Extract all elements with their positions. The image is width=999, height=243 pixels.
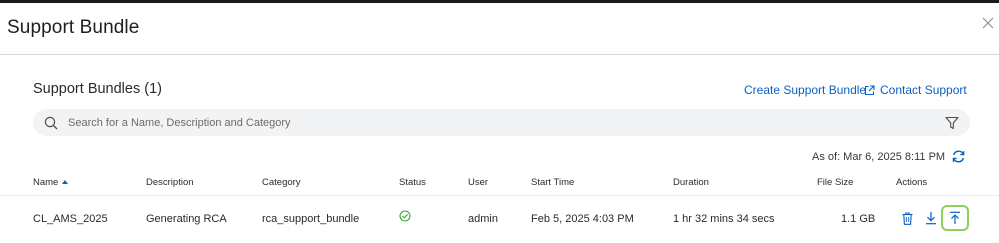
search-input[interactable]	[68, 116, 908, 129]
cell-description: Generating RCA	[146, 213, 227, 225]
search-icon	[44, 116, 58, 129]
cell-duration: 1 hr 32 mins 34 secs	[673, 213, 775, 225]
dialog-title: Support Bundle	[7, 17, 140, 38]
table-header-divider	[0, 195, 999, 196]
cell-file-size: 1.1 GB	[841, 213, 876, 225]
cell-category: rca_support_bundle	[262, 213, 360, 225]
trash-icon[interactable]	[902, 212, 913, 225]
create-support-bundle-link[interactable]: Create Support Bundle	[744, 83, 866, 97]
cell-user: admin	[468, 213, 498, 225]
column-header-actions: Actions	[896, 177, 928, 188]
contact-support-link[interactable]: Contact Support	[864, 83, 967, 97]
column-header-category[interactable]: Category	[262, 177, 301, 188]
title-divider	[0, 54, 999, 55]
cell-name: CL_AMS_2025	[33, 213, 108, 225]
search-bar	[33, 109, 970, 136]
top-bar	[0, 0, 999, 3]
contact-support-label: Contact Support	[880, 83, 967, 97]
filter-icon[interactable]	[945, 116, 959, 130]
sort-ascending-icon	[62, 180, 69, 184]
upload-button[interactable]	[941, 205, 969, 231]
close-icon[interactable]	[980, 15, 996, 31]
column-header-duration[interactable]: Duration	[673, 177, 709, 188]
as-of-timestamp: As of: Mar 6, 2025 8:11 PM	[812, 151, 946, 163]
refresh-icon[interactable]	[951, 149, 966, 164]
external-link-icon	[864, 84, 875, 95]
column-header-start-time[interactable]: Start Time	[531, 177, 574, 188]
section-title: Support Bundles (1)	[33, 81, 162, 97]
column-header-name[interactable]: Name	[33, 177, 69, 188]
column-header-file-size[interactable]: File Size	[817, 177, 853, 188]
create-support-bundle-label: Create Support Bundle	[744, 83, 867, 97]
column-header-user[interactable]: User	[468, 177, 488, 188]
upload-icon	[950, 211, 960, 224]
column-header-status[interactable]: Status	[399, 177, 426, 188]
cell-start-time: Feb 5, 2025 4:03 PM	[531, 213, 634, 225]
column-header-description[interactable]: Description	[146, 177, 194, 188]
download-icon[interactable]	[925, 211, 937, 225]
column-header-name-label: Name	[33, 177, 59, 188]
check-circle-icon	[399, 210, 411, 222]
